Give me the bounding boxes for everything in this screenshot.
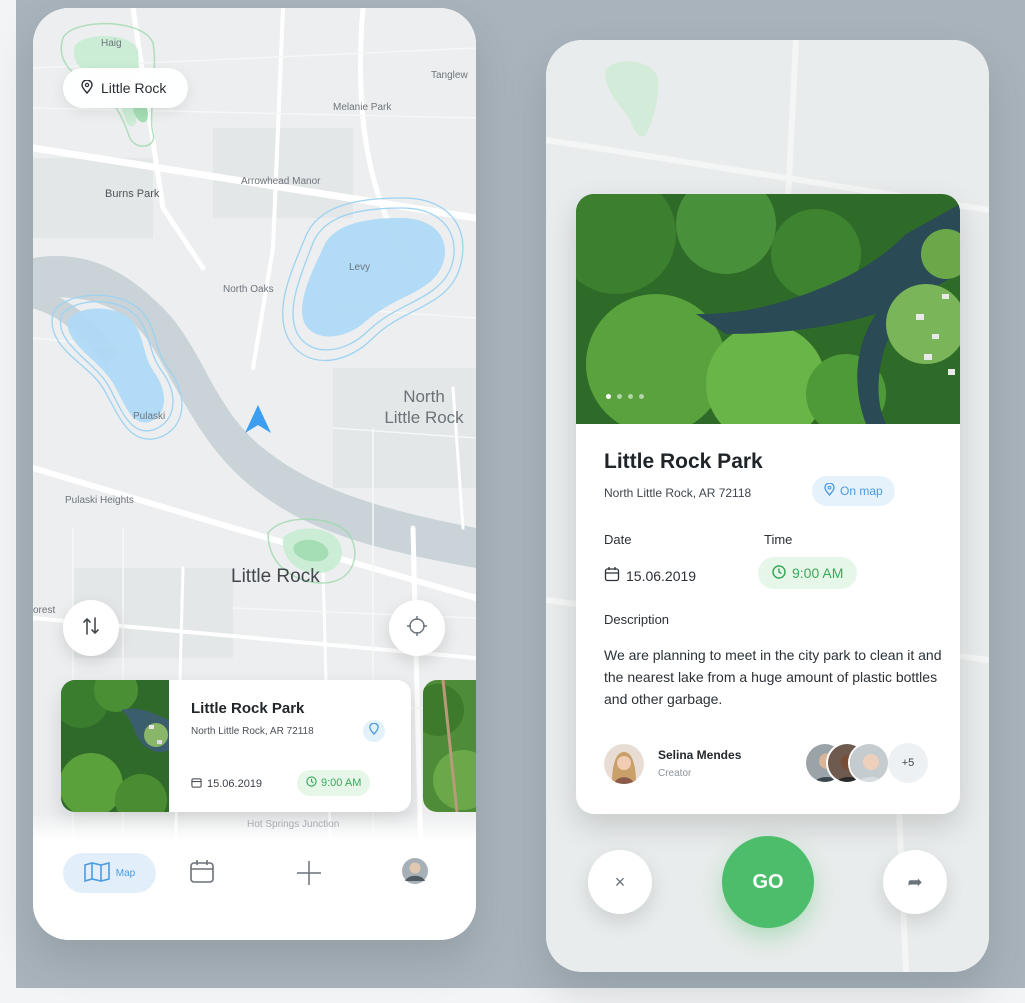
nav-tab-map[interactable]: Map	[63, 853, 156, 893]
next-event-thumbnail	[423, 680, 476, 812]
creator-role: Creator	[658, 768, 692, 779]
event-card-time: 9:00 AM	[297, 770, 371, 796]
time-label: Time	[764, 532, 793, 547]
background-bottom-strip	[0, 988, 1025, 1003]
filter-button[interactable]	[63, 600, 119, 656]
detail-address: North Little Rock, AR 72118	[604, 486, 752, 500]
map-label-north-line1: North	[403, 387, 445, 406]
creator-name: Selina Mendes	[658, 748, 742, 762]
calendar-icon	[189, 860, 215, 889]
attendees-group[interactable]: +5	[804, 742, 934, 786]
detail-title: Little Rock Park	[604, 450, 763, 473]
map-label-north-oaks: North Oaks	[223, 284, 274, 295]
location-chip-label: Little Rock	[101, 80, 167, 96]
nav-tab-map-label: Map	[115, 867, 136, 879]
event-card-address: North Little Rock, AR 72118	[191, 726, 314, 737]
nav-tab-profile[interactable]	[401, 857, 429, 890]
detail-time-value: 9:00 AM	[792, 565, 844, 581]
map-screen: Haig Tanglew Melanie Park Burns Park Arr…	[33, 8, 476, 940]
image-pager-dots[interactable]	[606, 394, 644, 399]
share-button[interactable]: ➦	[883, 850, 947, 914]
event-card-date-value: 15.06.2019	[207, 778, 263, 790]
map-icon	[83, 861, 110, 885]
map-label-haig: Haig	[101, 38, 122, 49]
detail-time: 9:00 AM	[758, 557, 858, 589]
detail-date-value: 15.06.2019	[626, 567, 697, 584]
map-label-tanglewood: Tanglew	[431, 70, 468, 81]
clock-icon	[306, 776, 317, 790]
on-map-label: On map	[840, 484, 883, 498]
event-card-title: Little Rock Park	[191, 700, 305, 717]
map-label-north-little-rock: North Little Rock	[379, 386, 469, 428]
locate-me-button[interactable]	[389, 600, 445, 656]
map-label-burns-park: Burns Park	[105, 188, 160, 200]
creator-avatar[interactable]	[604, 744, 644, 784]
map-label-little-rock: Little Rock	[231, 566, 320, 587]
event-hero-image[interactable]	[576, 194, 960, 424]
crosshair-icon	[406, 615, 428, 642]
event-card-date: 15.06.2019	[191, 777, 262, 791]
nav-tab-calendar[interactable]	[189, 859, 215, 890]
map-label-north-line2: Little Rock	[384, 408, 464, 427]
event-card[interactable]: Little Rock Park North Little Rock, AR 7…	[61, 680, 411, 812]
plus-icon	[295, 861, 323, 891]
description-text: We are planning to meet in the city park…	[604, 647, 942, 707]
calendar-icon	[604, 566, 620, 585]
map-pin-icon	[81, 78, 93, 97]
sort-arrows-icon	[82, 616, 100, 641]
description-label: Description	[604, 612, 670, 627]
next-event-card-peek[interactable]	[423, 680, 476, 812]
more-attendees-count[interactable]: +5	[888, 743, 928, 783]
map-label-melanie-park: Melanie Park	[333, 102, 392, 113]
map-label-levy: Levy	[349, 262, 371, 273]
pager-dot-active[interactable]	[606, 394, 611, 399]
map-label-forest: orest	[33, 605, 56, 616]
map-label-pulaski: Pulaski	[133, 411, 166, 422]
pager-dot[interactable]	[639, 394, 644, 399]
attendee-avatar	[848, 742, 890, 784]
event-detail-screen: Little Rock Park North Little Rock, AR 7…	[546, 40, 989, 972]
detail-date: 15.06.2019	[604, 566, 696, 585]
background-left-strip	[0, 0, 16, 1003]
close-icon: ×	[614, 871, 626, 892]
bottom-navigation: Hot Springs Junction Map	[33, 813, 476, 940]
share-icon: ➦	[907, 871, 923, 892]
date-label: Date	[604, 532, 632, 547]
nav-tab-add[interactable]	[295, 859, 323, 892]
profile-avatar-icon	[401, 858, 429, 889]
location-pin-icon	[369, 722, 379, 740]
pager-dot[interactable]	[628, 394, 633, 399]
map-label-pulaski-heights: Pulaski Heights	[65, 495, 134, 506]
location-chip[interactable]: Little Rock	[63, 68, 189, 108]
event-detail-card: Little Rock Park North Little Rock, AR 7…	[576, 194, 960, 814]
event-card-time-value: 9:00 AM	[321, 777, 362, 789]
location-pin-icon	[824, 482, 835, 499]
navigation-arrow-icon	[243, 403, 273, 440]
close-button[interactable]: ×	[588, 850, 652, 914]
event-thumbnail	[61, 680, 169, 812]
go-button[interactable]: GO	[722, 836, 814, 928]
map-label-hot-springs: Hot Springs Junction	[247, 819, 340, 830]
clock-icon	[772, 564, 786, 582]
on-map-badge[interactable]	[363, 720, 385, 742]
pager-dot[interactable]	[617, 394, 622, 399]
calendar-icon	[191, 777, 202, 791]
on-map-button[interactable]: On map	[812, 476, 895, 506]
map-label-arrowhead-manor: Arrowhead Manor	[241, 176, 321, 187]
